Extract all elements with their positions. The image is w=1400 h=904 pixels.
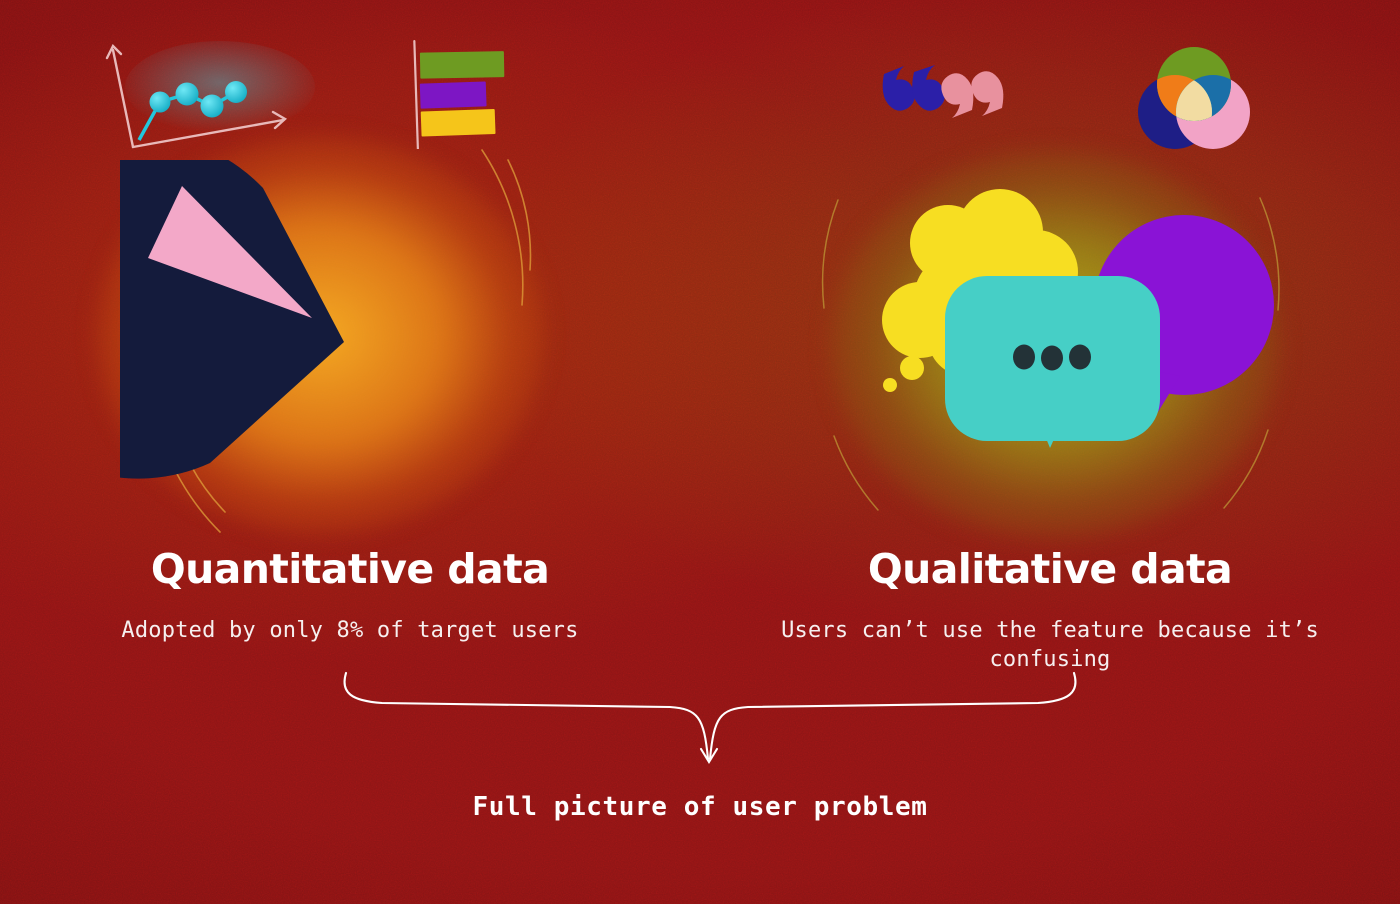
curly-brace-connector	[343, 671, 1077, 765]
conclusion-caption: Full picture of user problem	[472, 792, 928, 822]
typing-dots-icon	[1013, 344, 1091, 371]
bar-chart-icon	[413, 40, 505, 149]
venn-diagram-icon	[1138, 47, 1250, 149]
qualitative-title: Qualitative data	[867, 545, 1233, 593]
speech-bubbles-illustration	[882, 189, 1274, 448]
exploded-pie-chart	[120, 160, 344, 479]
quotation-marks-icon	[882, 65, 1004, 118]
illustration-canvas: Quantitative data Adopted by only 8% of …	[0, 0, 1400, 904]
line-chart-icon	[105, 41, 315, 149]
quantitative-subtitle: Adopted by only 8% of target users	[121, 618, 579, 643]
quantitative-title: Quantitative data	[150, 545, 550, 593]
speech-bubble	[945, 276, 1160, 448]
